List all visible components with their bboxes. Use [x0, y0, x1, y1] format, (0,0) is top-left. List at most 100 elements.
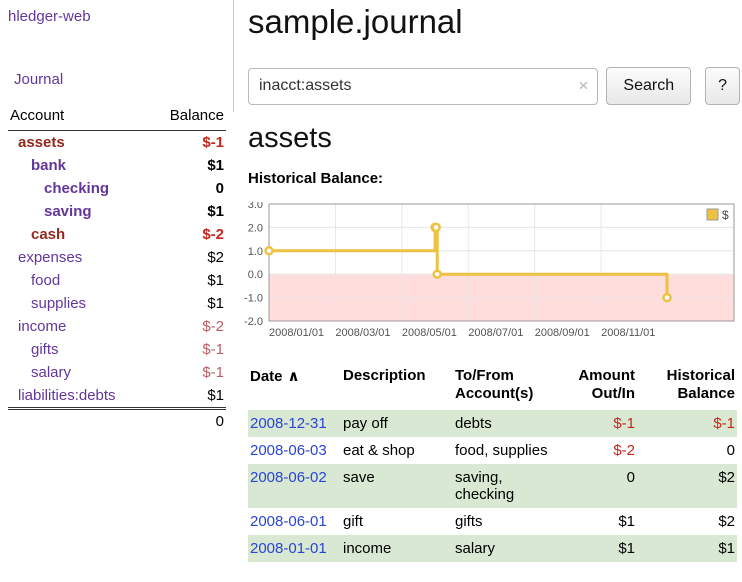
page-title: sample.journal: [248, 3, 740, 41]
accounts-total-spacer: [8, 409, 150, 434]
account-row: assets$-1: [8, 131, 226, 155]
account-link[interactable]: bank: [31, 157, 66, 174]
register-amount: $-2: [563, 437, 643, 464]
account-cell: liabilities:debts: [8, 384, 150, 409]
app-title-link[interactable]: hledger-web: [8, 8, 91, 25]
register-date-link[interactable]: 2008-06-02: [250, 469, 327, 486]
register-row: 2008-06-01giftgifts$1$2: [248, 508, 737, 535]
register-header-date-label: Date: [250, 368, 283, 385]
account-row: saving $1: [8, 200, 226, 223]
register-date-cell: 2008-01-01: [248, 535, 343, 562]
account-link[interactable]: checking: [44, 180, 109, 197]
account-link[interactable]: assets: [18, 134, 65, 151]
accounts-total-row: 0: [8, 409, 226, 434]
register-accounts: food, supplies: [455, 437, 563, 464]
chart-point-marker: [433, 224, 440, 231]
account-row: supplies $1: [8, 292, 226, 315]
chart-legend-swatch: [707, 209, 718, 220]
register-row: 2008-01-01incomesalary$1$1: [248, 535, 737, 562]
accounts-header-balance: Balance: [150, 104, 226, 131]
chart-point-marker: [266, 247, 273, 254]
account-balance: $-1: [150, 338, 226, 361]
accounts-table: Account Balance assets$-1bank$1checking0…: [8, 104, 226, 433]
search-form: × Search ?: [248, 67, 740, 105]
account-link[interactable]: supplies: [31, 295, 86, 312]
sidebar-nav: Journal: [14, 71, 240, 88]
account-link[interactable]: liabilities:debts: [18, 387, 116, 404]
account-balance: $-2: [150, 315, 226, 338]
account-heading: assets: [248, 122, 740, 155]
register-amount: 0: [563, 464, 643, 508]
account-balance: $1: [150, 154, 226, 177]
search-button[interactable]: Search: [606, 67, 691, 105]
register-date-link[interactable]: 2008-06-03: [250, 442, 327, 459]
chart-legend-label: $: [722, 208, 729, 222]
chart-point-marker: [664, 294, 671, 301]
account-link[interactable]: saving: [44, 203, 92, 220]
chart-y-tick-label: -2.0: [244, 316, 263, 328]
nav-journal-link[interactable]: Journal: [14, 71, 63, 88]
register-header-balance: Historical Balance: [643, 365, 737, 410]
register-description: eat & shop: [343, 437, 455, 464]
account-row: liabilities:debts $1: [8, 384, 226, 409]
account-cell: expenses: [8, 246, 150, 269]
sidebar: hledger-web Journal Account Balance asse…: [0, 0, 240, 433]
register-date-link[interactable]: 2008-06-01: [250, 513, 327, 530]
chart-x-tick-label: 2008/09/01: [535, 327, 590, 339]
account-cell: assets: [8, 131, 150, 155]
register-header-date[interactable]: Date ∧: [248, 365, 343, 410]
register-row: 2008-06-03 eat & shopfood, supplies$-20: [248, 437, 737, 464]
register-table: Date ∧ Description To/From Account(s) Amo…: [248, 365, 737, 562]
account-cell: saving: [8, 200, 150, 223]
register-header-amount: Amount Out/In: [563, 365, 643, 410]
account-balance: $1: [150, 292, 226, 315]
account-balance: $1: [150, 200, 226, 223]
account-balance: $2: [150, 246, 226, 269]
account-link[interactable]: expenses: [18, 249, 82, 266]
clear-search-icon[interactable]: ×: [578, 76, 588, 96]
account-balance: $-2: [150, 223, 226, 246]
chart-x-tick-label: 2008/03/01: [335, 327, 390, 339]
chart-title: Historical Balance:: [248, 170, 740, 188]
register-amount: $1: [563, 535, 643, 562]
account-row: income $-2: [8, 315, 226, 338]
register-date-link[interactable]: 2008-12-31: [250, 415, 327, 432]
sort-ascending-icon: ∧: [288, 367, 300, 385]
register-accounts: debts: [455, 410, 563, 437]
register-description: gift: [343, 508, 455, 535]
account-link[interactable]: cash: [31, 226, 65, 243]
account-cell: food: [8, 269, 150, 292]
register-header-description: Description: [343, 365, 455, 410]
register-description: pay off: [343, 410, 455, 437]
chart-y-tick-label: 3.0: [248, 202, 263, 211]
chart-y-tick-label: 1.0: [248, 246, 263, 258]
search-box: ×: [248, 68, 598, 105]
account-link[interactable]: food: [31, 272, 60, 289]
register-description: income: [343, 535, 455, 562]
account-cell: bank: [8, 154, 150, 177]
accounts-header-row: Account Balance: [8, 104, 226, 131]
accounts-header-account: Account: [8, 104, 150, 131]
account-cell: gifts: [8, 338, 150, 361]
account-balance: $1: [150, 384, 226, 409]
page: hledger-web Journal Account Balance asse…: [0, 0, 742, 582]
register-balance: $2: [643, 464, 737, 508]
account-link[interactable]: gifts: [31, 341, 59, 358]
register-balance: 0: [643, 437, 737, 464]
account-link[interactable]: salary: [31, 364, 71, 381]
register-date-cell: 2008-06-01: [248, 508, 343, 535]
account-link[interactable]: income: [18, 318, 66, 335]
register-amount: $1: [563, 508, 643, 535]
help-button[interactable]: ?: [705, 67, 740, 105]
register-row: 2008-06-02savesaving, checking0$2: [248, 464, 737, 508]
register-balance: $1: [643, 535, 737, 562]
sidebar-divider: [233, 0, 234, 112]
register-amount: $-1: [563, 410, 643, 437]
account-row: cash $-2: [8, 223, 226, 246]
register-accounts: salary: [455, 535, 563, 562]
register-header-accounts: To/From Account(s): [455, 365, 563, 410]
register-balance: $-1: [643, 410, 737, 437]
account-row: salary$-1: [8, 361, 226, 384]
register-date-link[interactable]: 2008-01-01: [250, 540, 327, 557]
search-input[interactable]: [248, 68, 598, 105]
